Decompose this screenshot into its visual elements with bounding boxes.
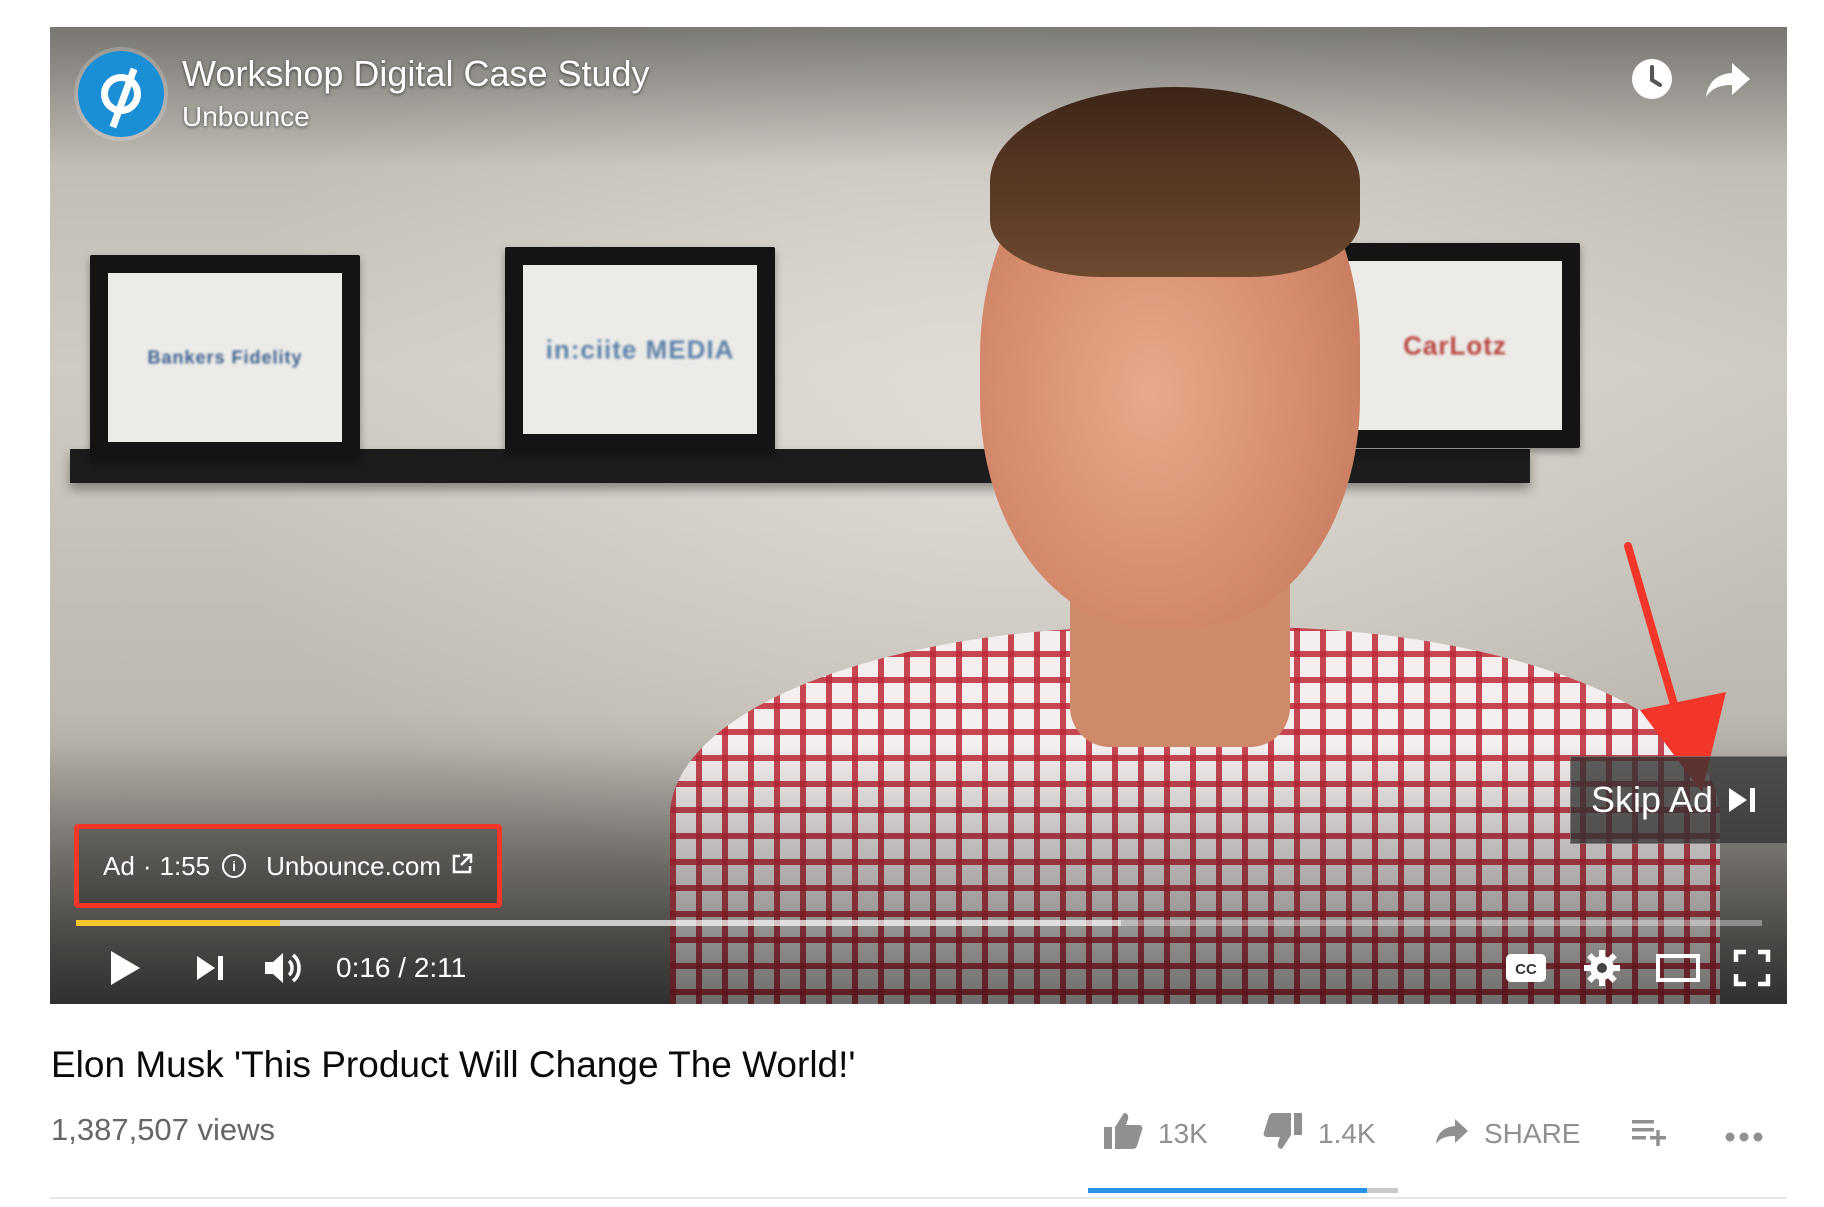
info-icon[interactable]: i: [222, 854, 247, 878]
progress-played: [76, 920, 280, 926]
share-label: SHARE: [1484, 1118, 1581, 1149]
more-button[interactable]: [1724, 1108, 1764, 1160]
cc-icon[interactable]: CC: [1496, 942, 1556, 994]
video-player[interactable]: Bankers Fidelity in:ciite MEDIA CarLotz …: [50, 27, 1787, 1004]
ad-separator: ·: [142, 850, 152, 881]
wall-frame: Bankers Fidelity: [90, 255, 360, 460]
theater-mode-icon[interactable]: [1648, 942, 1708, 994]
volume-icon[interactable]: [255, 942, 315, 994]
player-controls: 0:16 / 2:11 CC: [50, 932, 1787, 1004]
ad-label: Ad: [103, 850, 135, 881]
next-icon[interactable]: [181, 942, 241, 994]
skip-ad-label: Skip Ad: [1591, 779, 1714, 820]
time-display: 0:16 / 2:11: [336, 952, 467, 983]
share-button[interactable]: SHARE: [1434, 1108, 1580, 1160]
video-title: Elon Musk 'This Product Will Change The …: [51, 1044, 856, 1085]
external-link-icon[interactable]: [451, 851, 473, 882]
like-count: 13K: [1158, 1118, 1208, 1149]
share-arrow-icon[interactable]: [1700, 51, 1756, 107]
ad-info-box: Ad · 1:55 i Unbounce.com: [74, 824, 502, 908]
share-arrow-icon: [1434, 1116, 1470, 1153]
play-icon[interactable]: [95, 942, 155, 994]
frame-mat: Bankers Fidelity: [108, 273, 342, 442]
progress-bar[interactable]: [76, 920, 1762, 926]
skip-ad-button[interactable]: Skip Ad: [1570, 756, 1787, 844]
sentiment-bar: [1088, 1188, 1398, 1193]
thumbs-down-icon: [1262, 1111, 1304, 1158]
gear-icon[interactable]: [1572, 942, 1632, 994]
add-to-playlist-button[interactable]: [1630, 1108, 1668, 1160]
frame-logo-text: Bankers Fidelity: [147, 347, 303, 367]
like-button[interactable]: 13K: [1102, 1108, 1208, 1160]
player-video-title[interactable]: Workshop Digital Case Study: [182, 53, 650, 95]
more-icon: [1724, 1118, 1764, 1150]
svg-text:CC: CC: [1515, 961, 1537, 978]
thumbs-up-icon: [1102, 1111, 1144, 1158]
dislike-button[interactable]: 1.4K: [1262, 1108, 1376, 1160]
dislike-count: 1.4K: [1318, 1118, 1376, 1149]
unbounce-logo-icon[interactable]: [78, 51, 164, 137]
add-to-playlist-icon: [1630, 1116, 1668, 1153]
player-channel-name[interactable]: Unbounce: [182, 101, 310, 133]
ad-remaining-time: 1:55: [159, 850, 211, 881]
section-divider: [50, 1197, 1787, 1199]
ad-advertiser-link[interactable]: Unbounce.com: [266, 851, 441, 882]
top-scrim: [50, 27, 1787, 167]
sentiment-likes-fill: [1088, 1188, 1367, 1193]
unbounce-glyph: [101, 74, 141, 114]
view-count: 1,387,507 views: [51, 1112, 276, 1147]
fullscreen-icon[interactable]: [1722, 942, 1782, 994]
clock-icon[interactable]: [1624, 51, 1680, 107]
skip-next-icon: [1727, 785, 1759, 815]
